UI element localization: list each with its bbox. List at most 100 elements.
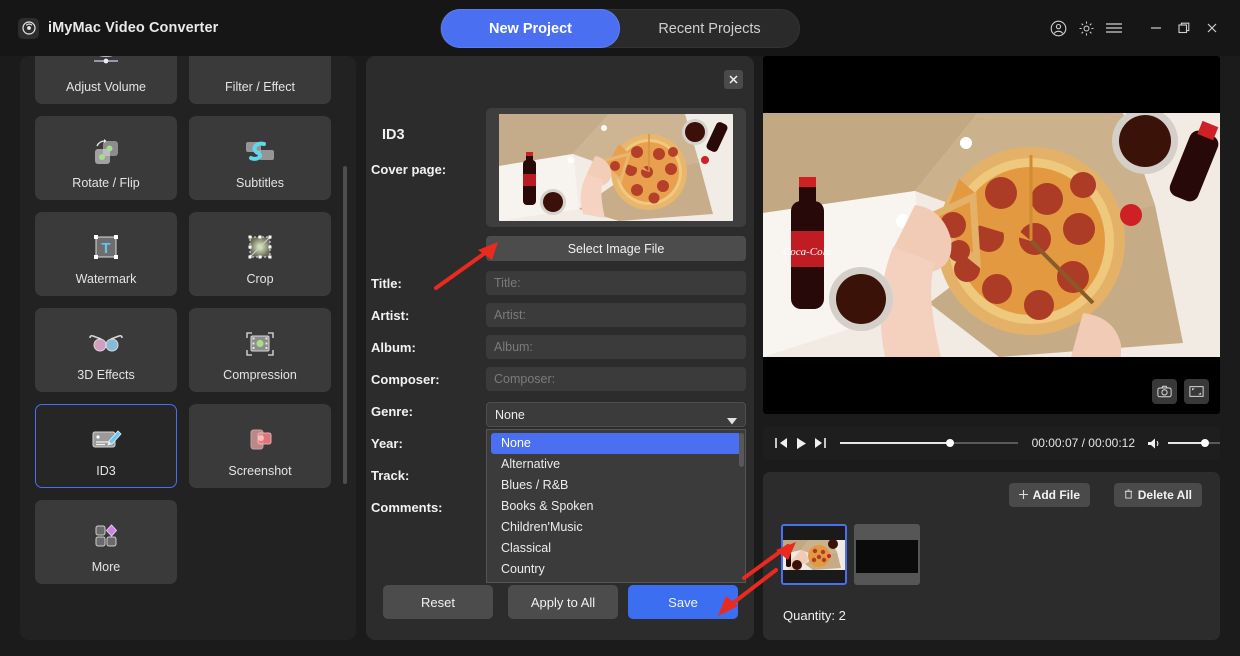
- add-file-button[interactable]: Add File: [1008, 483, 1090, 507]
- tool-rotate-flip[interactable]: Rotate / Flip: [35, 116, 177, 200]
- tool-label: More: [91, 560, 121, 574]
- camera-icon[interactable]: [1152, 379, 1177, 404]
- window-controls: [1044, 0, 1226, 56]
- previous-frame-icon[interactable]: [773, 426, 792, 460]
- genre-option-alternative[interactable]: Alternative: [491, 454, 741, 475]
- tool-id3[interactable]: ID3: [35, 404, 177, 488]
- genre-option-books-spoken[interactable]: Books & Spoken: [491, 496, 741, 517]
- video-frame: Coca-Cola: [763, 113, 1220, 357]
- delete-all-button[interactable]: Delete All: [1113, 483, 1202, 507]
- volume-handle[interactable]: [1201, 439, 1210, 447]
- dark-clip-frame: [856, 540, 918, 573]
- gear-icon[interactable]: [1072, 13, 1100, 43]
- close-icon[interactable]: [1198, 13, 1226, 43]
- genre-option-blues-rnb[interactable]: Blues / R&B: [491, 475, 741, 496]
- select-image-file-button[interactable]: Select Image File: [486, 236, 746, 261]
- quantity-label: Quantity: 2: [783, 608, 846, 623]
- seek-handle[interactable]: [945, 439, 954, 447]
- track-label: Track:: [371, 468, 410, 483]
- save-button[interactable]: Save: [628, 585, 738, 619]
- screenshot-phone-icon: [243, 419, 277, 461]
- seek-slider[interactable]: [839, 426, 1018, 460]
- seek-fill: [839, 442, 952, 444]
- tools-panel-scrollbar[interactable]: [343, 166, 347, 484]
- genre-label: Genre:: [371, 404, 413, 419]
- brand: iMyMac Video Converter: [18, 17, 219, 39]
- genre-option-none[interactable]: None: [491, 433, 741, 454]
- minimize-icon[interactable]: [1142, 13, 1170, 43]
- tab-new-project[interactable]: New Project: [441, 9, 620, 48]
- album-input[interactable]: [486, 335, 746, 359]
- volume-icon[interactable]: [1147, 437, 1162, 450]
- tool-compression[interactable]: Compression: [189, 308, 331, 392]
- filter-sphere-icon: [243, 56, 277, 77]
- year-label: Year:: [371, 436, 403, 451]
- watermark-text-icon: T: [90, 227, 122, 269]
- pizza-clip-thumbnail[interactable]: [781, 524, 847, 585]
- fullscreen-icon[interactable]: [1184, 379, 1209, 404]
- cover-image-preview: [499, 114, 733, 221]
- tool-label: 3D Effects: [77, 368, 135, 382]
- tool-label: Rotate / Flip: [72, 176, 140, 190]
- apply-to-all-button[interactable]: Apply to All: [508, 585, 618, 619]
- tool-label: Compression: [223, 368, 297, 382]
- next-frame-icon[interactable]: [811, 426, 830, 460]
- app-title: iMyMac Video Converter: [48, 20, 219, 36]
- compression-film-icon: [243, 323, 277, 365]
- genre-dropdown-list: None Alternative Blues / R&B Books & Spo…: [486, 429, 746, 583]
- tool-label: Watermark: [75, 272, 137, 286]
- video-preview[interactable]: Coca-Cola: [763, 56, 1220, 414]
- artist-label: Artist:: [371, 308, 410, 323]
- trash-icon: [1124, 488, 1133, 502]
- album-label: Album:: [371, 340, 416, 355]
- tools-panel: Adjust Volume Filter / Effect Rotate / F…: [20, 56, 356, 640]
- play-icon[interactable]: [792, 426, 811, 460]
- tool-subtitles[interactable]: Subtitles: [189, 116, 331, 200]
- genre-option-classical[interactable]: Classical: [491, 538, 741, 559]
- tool-crop[interactable]: Crop: [189, 212, 331, 296]
- tool-screenshot[interactable]: Screenshot: [189, 404, 331, 488]
- subtitles-bubble-icon: [242, 131, 278, 173]
- tool-adjust-volume[interactable]: Adjust Volume: [35, 56, 177, 104]
- genre-option-country[interactable]: Country: [491, 559, 741, 580]
- cover-image-frame: [486, 108, 746, 227]
- volume-slider[interactable]: [1168, 426, 1221, 460]
- disc-logo-icon: [18, 17, 39, 39]
- dark-clip-thumbnail[interactable]: [854, 524, 920, 585]
- plus-icon: [1018, 488, 1028, 502]
- tool-label: Subtitles: [236, 176, 284, 190]
- tool-3d-effects[interactable]: 3D Effects: [35, 308, 177, 392]
- tool-more[interactable]: More: [35, 500, 177, 584]
- account-icon[interactable]: [1044, 13, 1072, 43]
- tool-label: Filter / Effect: [225, 80, 295, 94]
- delete-all-label: Delete All: [1137, 488, 1192, 502]
- tool-filter-effect[interactable]: Filter / Effect: [189, 56, 331, 104]
- title-label: Title:: [371, 276, 402, 291]
- tool-watermark[interactable]: T Watermark: [35, 212, 177, 296]
- hamburger-menu-icon[interactable]: [1100, 13, 1128, 43]
- title-bar: iMyMac Video Converter New Project Recen…: [0, 0, 1240, 56]
- tools-grid: Adjust Volume Filter / Effect Rotate / F…: [35, 56, 331, 584]
- genre-select[interactable]: None: [486, 402, 746, 427]
- playback-time: 00:00:07 / 00:00:12: [1031, 436, 1136, 450]
- cover-page-label: Cover page:: [371, 162, 447, 177]
- svg-text:Coca-Cola: Coca-Cola: [783, 246, 832, 258]
- maximize-icon[interactable]: [1170, 13, 1198, 43]
- tool-label: Adjust Volume: [66, 80, 146, 94]
- 3d-glasses-icon: [87, 323, 125, 365]
- artist-input[interactable]: [486, 303, 746, 327]
- reset-button[interactable]: Reset: [383, 585, 493, 619]
- chevron-down-icon: [727, 412, 737, 430]
- tool-label: Crop: [246, 272, 274, 286]
- composer-label: Composer:: [371, 372, 440, 387]
- genre-dropdown-scrollbar[interactable]: [739, 433, 744, 467]
- id3-panel: ID3 Cover page: Select Image File Title:…: [366, 56, 754, 640]
- add-file-label: Add File: [1032, 488, 1080, 502]
- genre-option-childrens-music[interactable]: Children'Music: [491, 517, 741, 538]
- project-tabs: New Project Recent Projects: [440, 9, 800, 48]
- crop-frame-icon: [244, 227, 276, 269]
- composer-input[interactable]: [486, 367, 746, 391]
- tab-recent-projects[interactable]: Recent Projects: [620, 9, 799, 48]
- rotate-flip-icon: [89, 131, 123, 173]
- title-input[interactable]: [486, 271, 746, 295]
